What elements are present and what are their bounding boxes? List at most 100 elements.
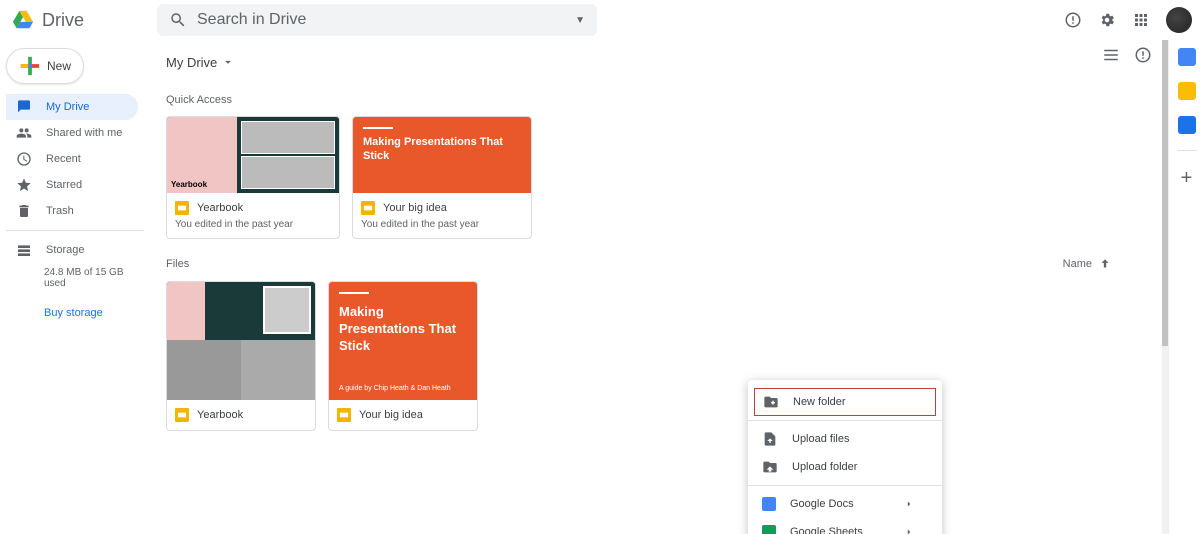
menu-label: New folder [793,396,846,408]
slides-icon [175,201,189,215]
thumbnail [167,282,315,400]
storage-usage: 24.8 MB of 15 GB used [6,267,144,289]
sidebar-item-mydrive[interactable]: My Drive [6,94,138,120]
quick-card-bigidea[interactable]: Making Presentations That Stick Your big… [352,116,532,239]
files-row: Yearbook Making Presentations That Stick… [166,281,1152,431]
chevron-right-icon [904,527,914,534]
context-menu: New folder Upload files Upload folder Go… [748,380,942,534]
content-area: My Drive Quick Access Yearbook Yearbook … [150,40,1168,534]
quick-access-label: Quick Access [166,94,1152,106]
sidebar-item-storage[interactable]: Storage [6,237,138,263]
menu-divider [748,420,942,421]
app-name: Drive [42,10,84,31]
menu-label: Upload folder [792,461,857,473]
slides-icon [361,201,375,215]
card-title: Your big idea [383,202,447,214]
calendar-icon[interactable] [1178,48,1196,66]
sidebar-item-label: Starred [46,179,82,191]
caret-down-icon [221,55,235,69]
menu-divider [748,485,942,486]
card-subtitle: You edited in the past year [175,219,331,230]
thumb-subtitle: A guide by Chip Heath & Dan Heath [339,385,467,392]
sidebar: New My Drive Shared with me Recent Starr… [0,40,150,534]
plus-icon [19,55,41,77]
menu-label: Google Sheets [790,526,863,534]
breadcrumb-label: My Drive [166,55,217,70]
trash-icon [16,203,32,219]
sidebar-item-label: Shared with me [46,127,122,139]
menu-google-sheets[interactable]: Google Sheets [748,518,942,534]
search-placeholder: Search in Drive [197,11,306,29]
addons-plus-icon[interactable]: + [1181,167,1193,190]
top-right-controls [1064,7,1192,33]
files-header: Files Name [166,257,1152,271]
sort-column[interactable]: Name [1063,257,1112,271]
sidebar-item-label: Trash [46,205,74,217]
sidebar-item-trash[interactable]: Trash [6,198,138,224]
card-subtitle: You edited in the past year [361,219,523,230]
arrow-up-icon [1098,257,1112,271]
folder-upload-icon [762,459,778,475]
folder-plus-icon [763,394,779,410]
menu-label: Google Docs [790,498,854,510]
keep-icon[interactable] [1178,82,1196,100]
thumbnail: Making Presentations That Stick [353,117,531,193]
clock-icon [16,151,32,167]
view-controls [1102,46,1152,64]
right-sidebar: + [1168,40,1204,534]
star-icon [16,177,32,193]
sidebar-item-label: My Drive [46,101,89,113]
new-button[interactable]: New [6,48,84,84]
info-icon[interactable] [1134,46,1152,64]
files-label: Files [166,258,189,270]
slides-icon [337,408,351,422]
drive-logo-icon [12,9,34,31]
search-box[interactable]: Search in Drive ▼ [157,4,597,36]
sidebar-item-starred[interactable]: Starred [6,172,138,198]
sidebar-item-shared[interactable]: Shared with me [6,120,138,146]
menu-upload-folder[interactable]: Upload folder [748,453,942,481]
buy-storage-link[interactable]: Buy storage [6,307,144,319]
sort-label: Name [1063,258,1092,270]
sidebar-item-recent[interactable]: Recent [6,146,138,172]
slides-icon [175,408,189,422]
menu-label: Upload files [792,433,849,445]
search-icon [169,11,187,29]
card-title: Yearbook [197,202,243,214]
breadcrumb[interactable]: My Drive [166,46,1152,78]
scrollbar-track[interactable] [1162,40,1168,534]
list-view-icon[interactable] [1102,46,1120,64]
thumb-text: Making Presentations That Stick [363,135,521,164]
thumb-text: Making Presentations That Stick [339,304,467,355]
storage-icon [16,242,32,258]
sheets-icon [762,525,776,534]
thumbnail: Yearbook [167,117,339,193]
menu-google-docs[interactable]: Google Docs [748,490,942,518]
sidebar-item-label: Recent [46,153,81,165]
menu-new-folder[interactable]: New folder [754,388,936,416]
topbar: Drive Search in Drive ▼ [0,0,1204,40]
file-card-bigidea[interactable]: Making Presentations That Stick A guide … [328,281,478,431]
chevron-right-icon [904,499,914,509]
settings-icon[interactable] [1098,11,1116,29]
quick-access-row: Yearbook Yearbook You edited in the past… [166,116,1152,239]
quick-card-yearbook[interactable]: Yearbook Yearbook You edited in the past… [166,116,340,239]
file-title: Your big idea [359,409,423,421]
file-card-yearbook[interactable]: Yearbook [166,281,316,431]
search-dropdown-icon[interactable]: ▼ [575,15,585,26]
new-button-label: New [47,59,71,73]
help-icon[interactable] [1064,11,1082,29]
tasks-icon[interactable] [1178,116,1196,134]
drive-icon [16,99,32,115]
sidebar-item-label: Storage [46,244,85,256]
docs-icon [762,497,776,511]
thumbnail: Making Presentations That Stick A guide … [329,282,477,400]
menu-upload-files[interactable]: Upload files [748,425,942,453]
apps-icon[interactable] [1132,11,1150,29]
logo-area[interactable]: Drive [12,9,157,31]
thumb-label: Yearbook [171,180,207,189]
people-icon [16,125,32,141]
divider [6,230,144,231]
scrollbar-thumb[interactable] [1162,40,1168,346]
account-avatar[interactable] [1166,7,1192,33]
